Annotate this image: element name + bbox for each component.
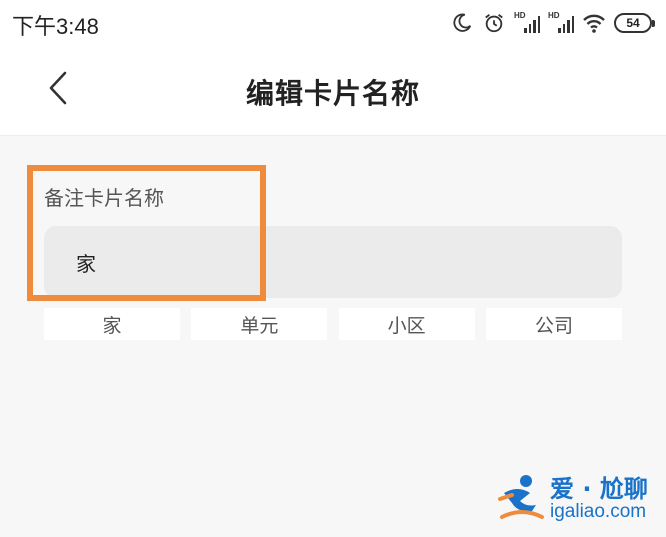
nav-bar: 编辑卡片名称 (0, 46, 666, 136)
status-time: 下午3:48 (12, 14, 99, 39)
alarm-icon (482, 11, 506, 35)
signal-hd-icon: HD (514, 11, 540, 33)
card-name-label: 备注卡片名称 (44, 186, 164, 210)
status-bar: 下午3:48 HD HD 54 (0, 0, 666, 46)
watermark-title: 爱 · 尬聊 (550, 475, 648, 503)
watermark-url: igaliao.com (550, 501, 647, 522)
chip-community[interactable]: 小区 (338, 308, 475, 340)
battery-level: 54 (626, 16, 640, 30)
watermark-logo-icon (498, 475, 544, 519)
watermark: 爱 · 尬聊 igaliao.com (496, 467, 654, 529)
suggestion-chips: 家 单元 小区 公司 (44, 308, 622, 340)
page-title: 编辑卡片名称 (245, 77, 420, 110)
chip-company[interactable]: 公司 (485, 308, 622, 340)
moon-icon (450, 11, 474, 35)
chip-home[interactable]: 家 (44, 308, 180, 340)
card-name-input[interactable] (44, 226, 622, 298)
status-icons: HD HD 54 (450, 9, 655, 37)
battery-icon: 54 (614, 13, 655, 33)
chip-unit[interactable]: 单元 (191, 308, 328, 340)
wifi-icon (582, 11, 606, 35)
network-badge: HD (514, 11, 526, 20)
network-badge: HD (548, 11, 560, 20)
signal-hd-icon: HD (548, 11, 574, 33)
